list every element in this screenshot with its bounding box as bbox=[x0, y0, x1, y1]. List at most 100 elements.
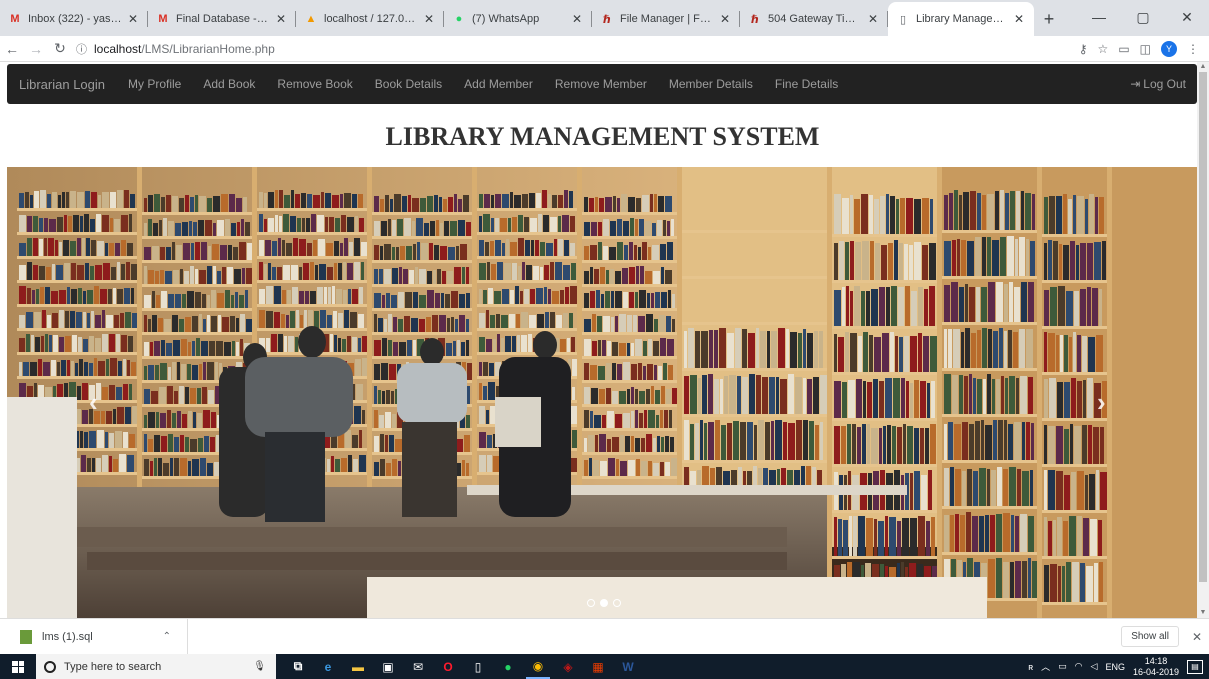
tab-title: Inbox (322) - yashvi.de bbox=[28, 13, 122, 25]
nav-link-remove-book[interactable]: Remove Book bbox=[266, 77, 363, 91]
carousel-indicator-dot[interactable] bbox=[587, 599, 595, 607]
key-icon[interactable]: ⚷ bbox=[1079, 42, 1088, 56]
whatsapp-icon: ● bbox=[455, 13, 463, 25]
carousel-indicators bbox=[587, 599, 621, 607]
whatsapp-icon[interactable]: ● bbox=[496, 654, 520, 679]
browser-tab-strip: M Inbox (322) - yashvi.de ✕ M Final Database… bbox=[0, 0, 1209, 36]
scroll-down-arrow-icon[interactable]: ▼ bbox=[1197, 608, 1209, 618]
nav-link-fine-details[interactable]: Fine Details bbox=[764, 77, 849, 91]
fh-icon: ℏ bbox=[751, 13, 759, 26]
window-controls: — ▢ ✕ bbox=[1077, 0, 1209, 34]
page-scrollbar[interactable]: ▲ ▼ bbox=[1197, 62, 1209, 618]
carousel-indicator-dot[interactable] bbox=[600, 599, 608, 607]
browser-tab[interactable]: ▲ localhost / 127.0.0.1 / l ✕ bbox=[296, 2, 444, 36]
browser-tab[interactable]: M Inbox (322) - yashvi.de ✕ bbox=[0, 2, 148, 36]
bookmark-star-icon[interactable]: ☆ bbox=[1098, 42, 1109, 56]
close-download-bar-icon[interactable]: ✕ bbox=[1185, 630, 1209, 644]
logout-label: Log Out bbox=[1143, 77, 1186, 91]
nav-link-add-book[interactable]: Add Book bbox=[192, 77, 266, 91]
carousel-next-chevron-icon[interactable]: › bbox=[1097, 387, 1106, 418]
wifi-icon[interactable]: ◠ bbox=[1075, 661, 1083, 672]
reload-button[interactable]: ↻ bbox=[48, 40, 72, 57]
nav-link-book-details[interactable]: Book Details bbox=[364, 77, 453, 91]
download-bar: lms (1).sql ⌃ Show all ✕ bbox=[0, 618, 1209, 655]
file-explorer-icon[interactable]: ▬ bbox=[346, 654, 370, 679]
windows-logo-icon bbox=[12, 660, 24, 673]
volume-icon[interactable]: ◁ bbox=[1091, 661, 1098, 672]
forward-button[interactable]: → bbox=[24, 41, 48, 57]
close-tab-icon[interactable]: ✕ bbox=[126, 12, 140, 26]
main-navbar: Librarian Login My Profile Add Book Remove… bbox=[7, 64, 1197, 104]
back-button[interactable]: ← bbox=[0, 41, 24, 57]
tab-title: Library Management S bbox=[916, 13, 1008, 25]
close-tab-icon[interactable]: ✕ bbox=[1012, 12, 1026, 26]
edge-icon[interactable]: e bbox=[316, 654, 340, 679]
gmail-icon: M bbox=[158, 13, 168, 25]
phpmyadmin-icon: ▲ bbox=[305, 13, 317, 25]
url-path: /LMS/LibrarianHome.php bbox=[141, 41, 275, 56]
office-icon[interactable]: ▦ bbox=[586, 654, 610, 679]
show-all-button[interactable]: Show all bbox=[1121, 626, 1179, 647]
navbar-brand[interactable]: Librarian Login bbox=[7, 77, 117, 92]
language-indicator[interactable]: ENG bbox=[1105, 662, 1125, 672]
download-file-name: lms (1).sql bbox=[42, 630, 93, 643]
file-icon bbox=[20, 629, 32, 644]
scrollbar-thumb[interactable] bbox=[1199, 72, 1207, 582]
store-icon[interactable]: ▣ bbox=[376, 654, 400, 679]
nav-link-add-member[interactable]: Add Member bbox=[453, 77, 544, 91]
menu-kebab-icon[interactable]: ⋮ bbox=[1187, 42, 1199, 56]
close-tab-icon[interactable]: ✕ bbox=[274, 12, 288, 26]
battery-icon[interactable]: ▭ bbox=[1058, 661, 1067, 672]
notification-icon[interactable]: ▤ bbox=[1187, 659, 1203, 674]
address-bar[interactable]: ⓘ localhost/LMS/LibrarianHome.php bbox=[76, 38, 1071, 60]
taskbar-apps: ⧉ e ▬ ▣ ✉ O ▯ ● ◉ ◈ ▦ W bbox=[286, 654, 640, 679]
carousel-prev-chevron-icon[interactable]: ‹ bbox=[89, 387, 98, 418]
chevron-up-icon[interactable]: ⌃ bbox=[163, 631, 171, 642]
browser-tab[interactable]: ℏ 504 Gateway Time-out ✕ bbox=[740, 2, 888, 36]
info-icon[interactable]: ⓘ bbox=[76, 41, 94, 57]
nav-link-member-details[interactable]: Member Details bbox=[658, 77, 764, 91]
scroll-up-arrow-icon[interactable]: ▲ bbox=[1197, 62, 1209, 72]
browser-tab[interactable]: M Final Database - librma ✕ bbox=[148, 2, 296, 36]
clock-time: 14:18 bbox=[1144, 655, 1168, 666]
download-item[interactable]: lms (1).sql ⌃ bbox=[0, 618, 188, 655]
gmail-icon: M bbox=[10, 13, 20, 25]
tray-expand-chevron-icon[interactable]: ︿ bbox=[1041, 660, 1050, 673]
page-title: LIBRARY MANAGEMENT SYSTEM bbox=[385, 122, 820, 151]
library-photo bbox=[7, 167, 1197, 618]
taskbar-search[interactable]: Type here to search 🎙︎ bbox=[36, 654, 276, 679]
browser-tab[interactable]: ℏ File Manager | Free Ho ✕ bbox=[592, 2, 740, 36]
carousel-indicator-dot[interactable] bbox=[613, 599, 621, 607]
task-view-icon[interactable]: ⧉ bbox=[286, 654, 310, 679]
close-window-button[interactable]: ✕ bbox=[1165, 0, 1209, 34]
browser-tab[interactable]: ▯ Library Management S ✕ bbox=[888, 2, 1034, 36]
nav-link-remove-member[interactable]: Remove Member bbox=[544, 77, 658, 91]
start-button[interactable] bbox=[0, 654, 36, 679]
close-tab-icon[interactable]: ✕ bbox=[422, 12, 436, 26]
minimize-button[interactable]: — bbox=[1077, 0, 1121, 34]
chrome-icon[interactable]: ◉ bbox=[526, 654, 550, 679]
extension-icon[interactable]: ◫ bbox=[1140, 42, 1151, 56]
clock[interactable]: 14:18 16-04-2019 bbox=[1133, 656, 1179, 678]
mcafee-icon[interactable]: ◈ bbox=[556, 654, 580, 679]
new-tab-button[interactable]: + bbox=[1034, 2, 1064, 36]
browser-tab[interactable]: ● (7) WhatsApp ✕ bbox=[444, 2, 592, 36]
notepad-icon[interactable]: ▯ bbox=[466, 654, 490, 679]
nav-link-my-profile[interactable]: My Profile bbox=[117, 77, 192, 91]
clock-date: 16-04-2019 bbox=[1132, 666, 1179, 677]
close-tab-icon[interactable]: ✕ bbox=[866, 12, 880, 26]
maximize-button[interactable]: ▢ bbox=[1121, 0, 1165, 34]
system-tray: ʀ ︿ ▭ ◠ ◁ ENG 14:18 16-04-2019 ▤ bbox=[1028, 656, 1209, 678]
logout-link[interactable]: ⇥ Log Out bbox=[1119, 77, 1197, 91]
fh-icon: ℏ bbox=[603, 13, 611, 26]
microphone-icon[interactable]: 🎙︎ bbox=[253, 661, 266, 672]
tab-title: localhost / 127.0.0.1 / l bbox=[324, 13, 418, 25]
cast-icon[interactable]: ▭ bbox=[1118, 42, 1129, 56]
profile-avatar[interactable]: Y bbox=[1161, 40, 1177, 57]
opera-icon[interactable]: O bbox=[436, 654, 460, 679]
close-tab-icon[interactable]: ✕ bbox=[570, 12, 584, 26]
mail-icon[interactable]: ✉ bbox=[406, 654, 430, 679]
word-icon[interactable]: W bbox=[616, 654, 640, 679]
people-icon[interactable]: ʀ bbox=[1028, 662, 1033, 672]
close-tab-icon[interactable]: ✕ bbox=[718, 12, 732, 26]
